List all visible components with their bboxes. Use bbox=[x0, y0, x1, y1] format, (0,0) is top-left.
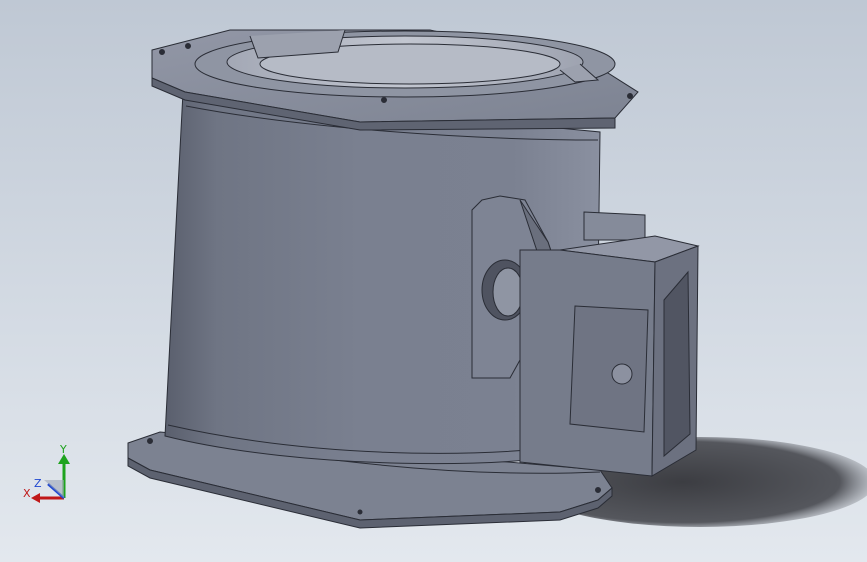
sensor-port-hole bbox=[611, 363, 633, 385]
flange-bolt-hole bbox=[185, 43, 191, 49]
x-axis-label: X bbox=[23, 487, 31, 500]
graphics-viewport[interactable]: Y X Z bbox=[0, 0, 867, 562]
triad-plane bbox=[44, 480, 64, 498]
bore-opening[interactable] bbox=[194, 29, 616, 98]
model-view[interactable] bbox=[0, 0, 867, 562]
flange-bolt-hole bbox=[627, 93, 633, 99]
x-axis-arrowhead bbox=[31, 493, 40, 503]
z-axis-label: Z bbox=[34, 477, 42, 490]
y-axis-label: Y bbox=[60, 443, 67, 456]
flange-bolt-hole bbox=[381, 97, 387, 103]
coordinate-triad bbox=[31, 454, 70, 503]
sensor-housing[interactable] bbox=[519, 211, 700, 477]
flange-bolt-hole bbox=[159, 49, 165, 55]
